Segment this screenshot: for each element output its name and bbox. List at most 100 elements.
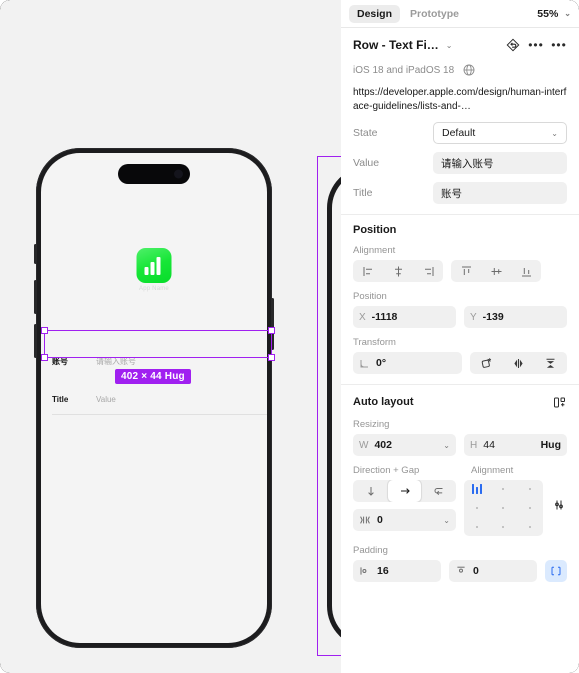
arrow-right-icon[interactable]: [388, 480, 421, 502]
arrow-down-icon[interactable]: [354, 480, 387, 502]
figma-window: App Name 账号 请输入账号 Title Value 402 × 44 H…: [0, 0, 579, 673]
more-options-menu-icon[interactable]: •••: [551, 37, 567, 53]
chevron-down-icon[interactable]: ⌄: [443, 516, 450, 525]
chevron-down-icon[interactable]: ⌄: [564, 9, 571, 18]
panel-tabbar: Design Prototype 55% ⌄: [341, 0, 579, 28]
globe-icon[interactable]: [461, 62, 477, 78]
alignment-cell-middle-right[interactable]: [528, 506, 531, 509]
selection-size-badge: 402 × 44 Hug: [115, 369, 191, 384]
iphone-frame-primary[interactable]: App Name 账号 请输入账号 Title Value: [34, 148, 274, 648]
height-resize-mode[interactable]: Hug: [541, 439, 561, 451]
y-position-input[interactable]: Y -139: [464, 306, 567, 328]
property-label: Title: [353, 187, 373, 199]
advanced-layout-settings-icon[interactable]: [551, 497, 567, 513]
reset-instance-icon[interactable]: [505, 37, 521, 53]
align-vertical-center-icon[interactable]: [481, 260, 511, 282]
component-options-menu-icon[interactable]: •••: [528, 37, 544, 53]
value-input[interactable]: 请输入账号: [433, 152, 567, 174]
alignment-cell-bottom-center[interactable]: [502, 525, 505, 528]
wrap-icon[interactable]: [422, 480, 455, 502]
state-value: Default: [442, 127, 476, 139]
state-select[interactable]: Default ⌄: [433, 122, 567, 144]
tab-design[interactable]: Design: [349, 4, 401, 23]
design-canvas[interactable]: App Name 账号 请输入账号 Title Value 402 × 44 H…: [0, 0, 341, 673]
component-documentation-link[interactable]: https://developer.apple.com/design/human…: [353, 86, 567, 114]
width-input[interactable]: W 402 ⌄: [353, 434, 456, 456]
alignment-cell-top-center[interactable]: [502, 488, 505, 491]
vertical-padding-input[interactable]: 0: [449, 560, 537, 582]
auto-layout-section-header: Auto layout: [353, 394, 567, 410]
alignment-cell-top-left-selected[interactable]: [471, 484, 483, 495]
rotation-input[interactable]: 0°: [353, 352, 462, 374]
vertical-align-group: [451, 260, 541, 282]
row-title: 账号: [52, 357, 68, 366]
component-header-section: Row - Text Fi… ⌄ ••• ••• iOS 18 and iPad…: [341, 28, 579, 215]
gap-input[interactable]: 0 ⌄: [353, 509, 456, 531]
app-icon-group: App Name: [136, 248, 172, 292]
text-field-row-placeholder[interactable]: Title Value: [41, 385, 267, 414]
flip-vertical-icon[interactable]: [536, 352, 566, 374]
align-horizontal-center-icon[interactable]: [383, 260, 413, 282]
power-button-icon: [271, 298, 274, 350]
component-header: Row - Text Fi… ⌄ ••• •••: [353, 37, 567, 53]
direction-gap-column: 0 ⌄: [353, 480, 456, 531]
resizing-label: Resizing: [353, 419, 390, 430]
align-top-icon[interactable]: [451, 260, 481, 282]
component-name: Row - Text Fi…: [353, 38, 439, 52]
right-properties-panel[interactable]: Design Prototype 55% ⌄ Row - Text Fi… ⌄: [341, 0, 579, 673]
front-camera-icon: [174, 169, 183, 179]
horizontal-padding-input[interactable]: 16: [353, 560, 441, 582]
zoom-control[interactable]: 55% ⌄: [537, 8, 571, 20]
auto-layout-section: Auto layout Resizing W 402 ⌄ H 44 Hug Di…: [341, 385, 579, 592]
angle-icon: [359, 358, 370, 369]
row-title: Title: [52, 395, 69, 404]
row-divider: [52, 414, 267, 415]
chevron-down-icon[interactable]: ⌄: [443, 441, 450, 450]
alignment-cell-middle-center[interactable]: [502, 506, 505, 509]
direction-alignment-labels: Direction + Gap Alignment: [353, 456, 567, 480]
bar-chart-app-icon: [136, 248, 172, 283]
align-right-icon[interactable]: [413, 260, 443, 282]
library-line: iOS 18 and iPadOS 18: [353, 62, 567, 78]
row-value: Value: [96, 395, 116, 404]
chevron-down-icon[interactable]: ⌄: [551, 129, 558, 138]
tab-prototype[interactable]: Prototype: [402, 5, 467, 23]
position-fields: X -1118 Y -139: [353, 306, 567, 328]
y-value: -139: [482, 311, 504, 323]
x-position-input[interactable]: X -1118: [353, 306, 456, 328]
title-text: 账号: [441, 187, 462, 200]
height-prefix-label: H: [470, 439, 478, 451]
property-row-title: Title 账号: [353, 182, 567, 204]
corner-radius-icon[interactable]: [471, 352, 501, 374]
direction-gap-label: Direction + Gap: [353, 465, 420, 476]
app-icon-label: App Name: [139, 286, 169, 292]
alignment-label: Alignment: [471, 465, 514, 476]
iphone-frame-secondary[interactable]: [327, 166, 341, 648]
alignment-label: Alignment: [353, 245, 396, 256]
align-left-icon[interactable]: [353, 260, 383, 282]
auto-layout-alignment-grid[interactable]: [464, 480, 543, 536]
property-row-state: State Default ⌄: [353, 122, 567, 144]
rotation-value: 0°: [376, 357, 387, 369]
alignment-cell-top-right[interactable]: [528, 488, 531, 491]
transform-button-group: [470, 352, 567, 374]
add-auto-layout-icon[interactable]: [551, 394, 567, 410]
align-bottom-icon[interactable]: [511, 260, 541, 282]
alignment-cell-bottom-right[interactable]: [528, 525, 531, 528]
iphone-screen: App Name 账号 请输入账号 Title Value: [41, 153, 267, 643]
transform-label: Transform: [353, 337, 396, 348]
horizontal-padding-value: 16: [377, 565, 389, 577]
position-section-title: Position: [353, 224, 397, 236]
value-text: 请输入账号: [441, 157, 494, 170]
chevron-down-icon[interactable]: ⌄: [446, 41, 453, 50]
independent-padding-icon[interactable]: [545, 560, 567, 582]
library-name: iOS 18 and iPadOS 18: [353, 64, 455, 76]
title-input[interactable]: 账号: [433, 182, 567, 204]
property-label: Value: [353, 157, 380, 169]
height-input[interactable]: H 44 Hug: [464, 434, 567, 456]
iphone-screen-secondary: [332, 171, 341, 643]
alignment-cell-bottom-left[interactable]: [476, 525, 479, 528]
alignment-cell-middle-left[interactable]: [476, 506, 479, 509]
row-value: 请输入账号: [96, 357, 136, 366]
flip-horizontal-icon[interactable]: [503, 352, 533, 374]
